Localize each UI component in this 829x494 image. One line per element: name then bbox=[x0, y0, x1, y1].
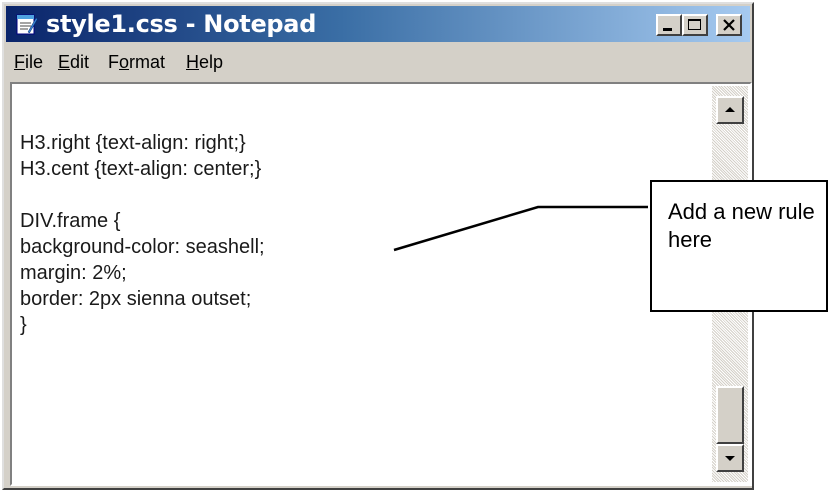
callout-box: Add a new rule here bbox=[650, 180, 828, 312]
callout-text: Add a new rule here bbox=[668, 199, 815, 252]
